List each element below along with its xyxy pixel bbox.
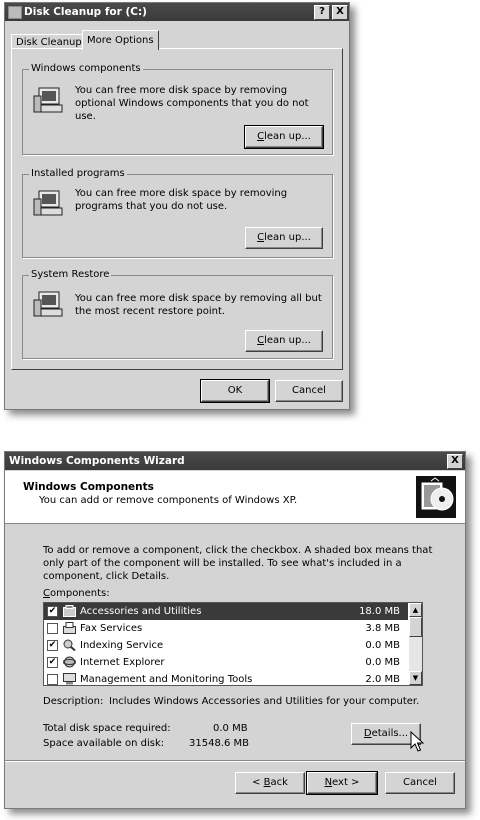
group-description: You can free more disk space by removing…	[75, 85, 309, 122]
component-name: Management and Monitoring Tools	[80, 674, 253, 685]
description-label: Description:	[43, 696, 104, 707]
header-title: Windows Components	[23, 481, 154, 493]
btn-text-rest: etails...	[371, 728, 409, 739]
components-label: Components:	[43, 588, 110, 599]
ok-button[interactable]: OK	[200, 379, 270, 403]
scroll-up-button[interactable]: ▲	[409, 603, 422, 617]
component-size: 0.0 MB	[365, 640, 400, 651]
group-description: You can free more disk space by removing…	[75, 293, 322, 317]
computer-icon	[33, 291, 63, 317]
list-item[interactable]: Fax Services 3.8 MB	[44, 620, 408, 637]
list-item[interactable]: ✔ Indexing Service 0.0 MB	[44, 637, 408, 654]
btn-text-rest: lean up...	[264, 232, 311, 243]
installed-programs-group: Installed programs You can free more dis…	[22, 168, 333, 258]
disk-cleanup-app-icon	[8, 6, 22, 19]
close-button[interactable]: X	[332, 5, 348, 20]
back-button[interactable]: < Back	[235, 772, 305, 794]
close-button[interactable]: X	[447, 454, 463, 469]
component-checkbox[interactable]: ✔	[47, 657, 58, 668]
btn-text-rest: ack	[270, 777, 288, 788]
instructions-text: To add or remove a component, click the …	[43, 545, 433, 582]
component-name: Accessories and Utilities	[80, 606, 202, 617]
scroll-thumb[interactable]	[409, 617, 422, 637]
total-space-label: Total disk space required:	[43, 723, 171, 734]
fax-icon	[63, 622, 76, 634]
internet-explorer-icon	[63, 656, 76, 668]
component-name: Indexing Service	[80, 640, 164, 651]
clean-up-button[interactable]: Clean up...	[245, 330, 323, 352]
btn-text-rest: lean up...	[264, 131, 311, 142]
cancel-button[interactable]: Cancel	[275, 380, 343, 402]
scroll-down-button[interactable]: ▼	[409, 671, 422, 685]
help-button[interactable]: ?	[314, 5, 330, 20]
description-text: Includes Windows Accessories and Utiliti…	[109, 696, 420, 707]
list-item[interactable]: Management and Monitoring Tools 2.0 MB	[44, 671, 408, 685]
list-item[interactable]: ✔ Accessories and Utilities 18.0 MB	[44, 603, 408, 620]
footer-separator	[5, 760, 465, 762]
window-title: Windows Components Wizard	[9, 455, 185, 467]
components-wizard-window: Windows Components Wizard X Windows Comp…	[4, 451, 466, 809]
components-list[interactable]: ✔ Accessories and Utilities 18.0 MB Fax …	[43, 602, 423, 686]
clean-up-button[interactable]: Clean up...	[244, 125, 324, 149]
title-bar[interactable]: Windows Components Wizard X	[5, 452, 465, 470]
component-size: 2.0 MB	[365, 674, 400, 685]
btn-text-rest: ext >	[332, 777, 360, 788]
available-space-value: 31548.6 MB	[189, 738, 250, 749]
component-name: Internet Explorer	[80, 657, 165, 668]
group-label: System Restore	[29, 269, 112, 280]
windows-components-group: Windows components You can free more dis…	[22, 63, 333, 155]
component-checkbox[interactable]	[47, 674, 58, 685]
accessories-icon	[63, 605, 76, 617]
group-label: Installed programs	[29, 168, 127, 179]
computer-icon	[33, 87, 63, 113]
cd-box-icon	[416, 476, 456, 518]
total-space-value: 0.0 MB	[213, 723, 248, 734]
disk-cleanup-window: Disk Cleanup for (C:) ? X Disk Cleanup M…	[4, 2, 350, 410]
components-label-accel: C	[43, 588, 50, 599]
btn-text: <	[252, 777, 264, 788]
btn-text-rest: lean up...	[264, 335, 311, 346]
btn-accel: B	[263, 777, 271, 788]
title-bar[interactable]: Disk Cleanup for (C:) ? X	[5, 3, 349, 21]
component-size: 0.0 MB	[365, 657, 400, 668]
next-button[interactable]: Next >	[306, 771, 378, 795]
wizard-header: Windows Components You can add or remove…	[5, 471, 465, 524]
available-space-label: Space available on disk:	[43, 738, 165, 749]
component-checkbox[interactable]	[47, 623, 58, 634]
indexing-icon	[63, 639, 76, 651]
btn-accel: D	[363, 728, 372, 739]
component-checkbox[interactable]: ✔	[47, 606, 58, 617]
component-size: 3.8 MB	[365, 623, 400, 634]
list-item[interactable]: ✔ Internet Explorer 0.0 MB	[44, 654, 408, 671]
list-scrollbar[interactable]: ▲ ▼	[409, 603, 422, 685]
clean-up-button[interactable]: Clean up...	[245, 227, 323, 249]
system-restore-group: System Restore You can free more disk sp…	[22, 269, 333, 359]
header-subtitle: You can add or remove components of Wind…	[39, 495, 298, 506]
component-checkbox[interactable]: ✔	[47, 640, 58, 651]
tab-more-options[interactable]: More Options	[82, 30, 159, 50]
btn-accel: N	[324, 777, 333, 788]
component-size: 18.0 MB	[359, 606, 400, 617]
computer-icon	[33, 190, 63, 216]
cancel-button[interactable]: Cancel	[385, 772, 455, 794]
window-title: Disk Cleanup for (C:)	[24, 6, 147, 18]
mouse-cursor-icon	[410, 731, 424, 752]
component-name: Fax Services	[80, 623, 143, 634]
management-tools-icon	[63, 673, 76, 685]
components-label-rest: omponents:	[49, 588, 110, 599]
group-label: Windows components	[29, 63, 143, 74]
group-description: You can free more disk space by removing…	[75, 188, 288, 212]
